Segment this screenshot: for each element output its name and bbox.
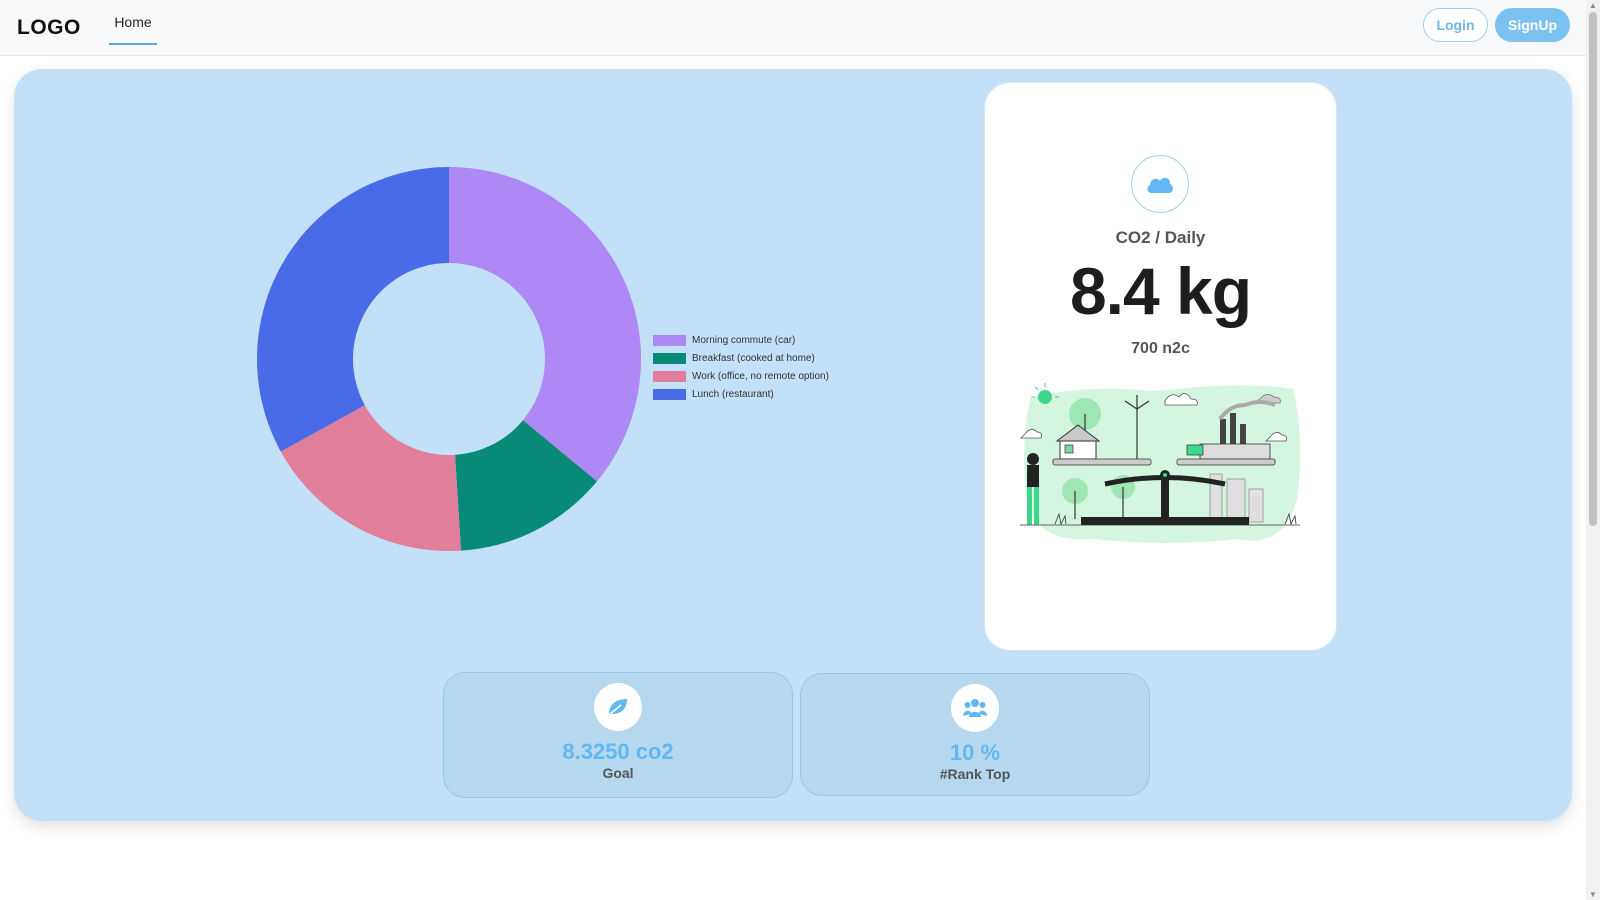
- legend-label: Breakfast (cooked at home): [692, 352, 815, 364]
- legend-swatch: [653, 352, 686, 364]
- login-button[interactable]: Login: [1423, 8, 1488, 42]
- eco-balance-scale-illustration: [1020, 383, 1301, 543]
- rank-label: #Rank Top: [939, 766, 1011, 782]
- goal-card: 8.3250 co2 Goal: [443, 672, 793, 798]
- legend-item[interactable]: Breakfast (cooked at home): [653, 349, 829, 367]
- page-scrollbar[interactable]: ▲ ▼: [1586, 0, 1600, 900]
- donut-chart: [257, 167, 641, 551]
- users-icon: [951, 684, 999, 732]
- legend-label: Work (office, no remote option): [692, 370, 829, 382]
- signup-button[interactable]: SignUp: [1495, 8, 1570, 42]
- legend-swatch: [653, 334, 686, 346]
- scroll-down-icon[interactable]: ▼: [1589, 890, 1597, 899]
- nav-home-link[interactable]: Home: [109, 0, 157, 45]
- donut-slice[interactable]: [257, 167, 449, 452]
- donut-slice[interactable]: [449, 167, 641, 482]
- legend-label: Morning commute (car): [692, 334, 796, 346]
- dashboard-panel: Morning commute (car) Breakfast (cooked a…: [14, 69, 1572, 821]
- scrollbar-thumb[interactable]: [1589, 12, 1597, 526]
- chart-legend: Morning commute (car) Breakfast (cooked a…: [653, 331, 829, 403]
- legend-label: Lunch (restaurant): [692, 388, 774, 400]
- daily-subtext: 700 n2c: [1131, 340, 1190, 357]
- navbar: LOGO Home Login SignUp: [0, 0, 1586, 56]
- scroll-up-icon[interactable]: ▲: [1589, 1, 1597, 10]
- goal-value: 8.3250 co2: [562, 739, 674, 764]
- logo: LOGO: [17, 16, 81, 39]
- rank-value: 10 %: [949, 740, 1001, 765]
- legend-swatch: [653, 370, 686, 382]
- legend-item[interactable]: Work (office, no remote option): [653, 367, 829, 385]
- cloud-icon: [1131, 155, 1189, 213]
- daily-co2-card: CO2 / Daily 8.4 kg 700 n2c: [984, 82, 1337, 651]
- legend-swatch: [653, 388, 686, 400]
- leaf-icon: [594, 683, 642, 731]
- daily-label: CO2 / Daily: [1115, 228, 1206, 247]
- legend-item[interactable]: Morning commute (car): [653, 331, 829, 349]
- daily-co2-value: 8.4 kg: [1069, 254, 1252, 328]
- goal-label: Goal: [602, 765, 634, 781]
- rank-card: 10 % #Rank Top: [800, 673, 1150, 796]
- legend-item[interactable]: Lunch (restaurant): [653, 385, 829, 403]
